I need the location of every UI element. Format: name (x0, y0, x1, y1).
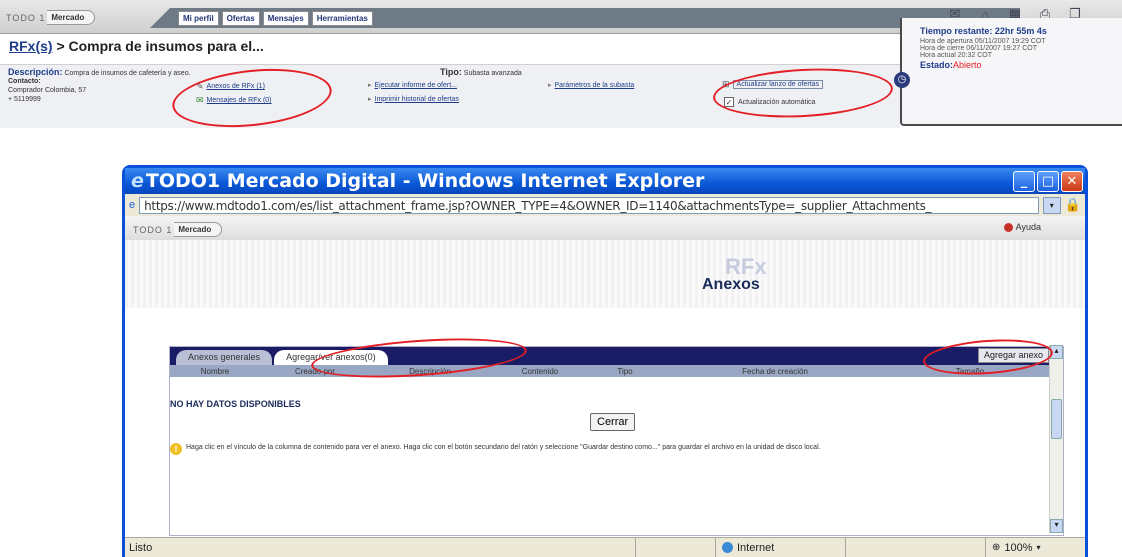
tipo-label: Tipo: (440, 67, 462, 77)
logo-mercado: Mercado (47, 10, 96, 25)
menu-herramientas[interactable]: Herramientas (311, 10, 373, 26)
col-fecha-creacion[interactable]: Fecha de creación (660, 367, 890, 376)
estado-value: Abierto (953, 60, 982, 70)
page-banner (125, 240, 1085, 308)
zoom-dropdown-icon[interactable]: ▾ (1037, 543, 1041, 552)
contacto-label: Contacto: (8, 78, 41, 85)
ie-logo-icon: e (131, 170, 144, 192)
menu-mi-perfil[interactable]: Mi perfil (178, 10, 219, 26)
tab-anexos-generales[interactable]: Anexos generales (176, 350, 273, 365)
scroll-thumb[interactable] (1051, 399, 1062, 439)
rfx-info-bar: Descripción: Compra de insumos de cafete… (0, 64, 900, 128)
scroll-down-button[interactable]: ▾ (1050, 519, 1063, 533)
vertical-scrollbar[interactable]: ▴ ▾ (1049, 345, 1063, 533)
ejecutar-informe-link[interactable]: Ejecutar informe de ofert... (375, 82, 457, 89)
col-tipo[interactable]: Tipo (590, 367, 660, 376)
address-bar: e https://www.mdtodo1.com/es/list_attach… (125, 194, 1085, 216)
info-bulb-icon: ! (170, 443, 182, 455)
col-contenido[interactable]: Contenido (490, 367, 590, 376)
ayuda-link[interactable]: Ayuda (1016, 222, 1041, 232)
page-header: TODO 1 Mercado Ayuda (125, 216, 1085, 240)
attachments-panel: Anexos generales Agregar/ver anexos(0) A… (169, 345, 1064, 536)
zoom-level[interactable]: 100% (1004, 542, 1032, 554)
url-dropdown-button[interactable]: ▾ (1042, 196, 1061, 214)
table-header: Nombre Creado por Descripción Contenido … (170, 365, 1063, 377)
timer-panel: ◷ Tiempo restante: 22hr 55m 4s Hora de a… (894, 18, 1122, 126)
arrow-icon: ▸ (368, 82, 372, 89)
paperclip-icon: ✎ (196, 81, 204, 91)
parametros-subasta-link[interactable]: Parámetros de la subasta (555, 82, 635, 89)
anexos-rfx-link[interactable]: Anexos de RFx (1) (207, 83, 265, 90)
help-icon (1003, 222, 1013, 232)
ie-titlebar: e TODO1 Mercado Digital - Windows Intern… (125, 168, 1085, 194)
scroll-up-button[interactable]: ▴ (1050, 345, 1063, 359)
no-data-message: NO HAY DATOS DISPONIBLES (170, 399, 301, 409)
main-menu: Mi perfil Ofertas Mensajes Herramientas (150, 8, 1020, 28)
logo-todo: TODO 1 (6, 12, 46, 23)
mensajes-rfx-link[interactable]: Mensajes de RFx (0) (207, 97, 272, 104)
attachments-tabs: Anexos generales Agregar/ver anexos(0) A… (170, 347, 1063, 365)
agregar-anexo-button[interactable]: Agregar anexo (977, 348, 1049, 363)
estado-label: Estado: (920, 60, 954, 70)
actualizar-ofertas-button[interactable]: Actualizar lanzo de ofertas (732, 80, 824, 89)
tiempo-restante: Tiempo restante: 22hr 55m 4s (920, 26, 1047, 36)
col-descripcion[interactable]: Descripción (370, 367, 490, 376)
hora-apertura: Hora de apertura 05/11/2007 19:29 COT (920, 38, 1046, 45)
page-logo-mercado: Mercado (174, 222, 223, 237)
arrow-icon: ▸ (368, 96, 372, 103)
envelope-icon: ✉ (196, 95, 204, 105)
status-text: Listo (129, 541, 153, 554)
auto-update-checkbox[interactable]: ✓ (724, 97, 734, 107)
arrow-icon: ▸ (548, 82, 552, 89)
col-tamano[interactable]: Tamaño (890, 367, 1050, 376)
globe-icon (722, 542, 733, 553)
close-window-button[interactable]: ✕ (1061, 170, 1083, 192)
ie-content: TODO 1 Mercado Ayuda RFx Anexos Anexos g… (125, 216, 1085, 537)
clock-icon: ◷ (894, 72, 910, 88)
menu-ofertas[interactable]: Ofertas (221, 10, 260, 26)
ie-window: e TODO1 Mercado Digital - Windows Intern… (122, 165, 1088, 557)
zone-text: Internet (737, 541, 775, 554)
col-creado-por[interactable]: Creado por (260, 367, 370, 376)
zoom-icon: ⊕ (992, 542, 1001, 553)
ie-status-bar: Listo Internet ⊕ 100% ▾ (125, 537, 1085, 557)
page-heading: Anexos (702, 276, 760, 293)
hora-cierre: Hora de cierre 06/11/2007 19:27 COT (920, 45, 1037, 52)
refresh-grid-icon: ⊞ (722, 79, 730, 89)
auto-update-label: Actualización automática (738, 98, 816, 106)
lock-icon[interactable]: 🔒 (1065, 197, 1081, 213)
tipo-value: Subasta avanzada (463, 70, 522, 77)
hora-actual: Hora actual 20:32 COT (920, 52, 992, 59)
cerrar-button[interactable]: Cerrar (590, 413, 636, 431)
col-nombre[interactable]: Nombre (170, 367, 260, 376)
menu-mensajes[interactable]: Mensajes (262, 10, 309, 26)
rfx-breadcrumb-link[interactable]: RFx(s) (9, 38, 53, 54)
maximize-button[interactable]: □ (1037, 170, 1059, 192)
descripcion-label: Descripción: (8, 67, 63, 77)
page-icon: e (129, 199, 136, 211)
page-logo-todo: TODO 1 (133, 224, 173, 235)
page-logo[interactable]: TODO 1 Mercado (133, 222, 223, 237)
help-text: Haga clic en el vínculo de la columna de… (186, 444, 821, 451)
tab-agregar-ver-anexos[interactable]: Agregar/ver anexos(0) (274, 350, 388, 365)
imprimir-historial-link[interactable]: Imprimir historial de ofertas (375, 96, 459, 103)
descripcion-value: Compra de insumos de cafetería y aseo. (64, 70, 191, 77)
minimize-button[interactable]: _ (1013, 170, 1035, 192)
ie-window-title: TODO1 Mercado Digital - Windows Internet… (145, 170, 705, 192)
page-title: RFx(s) > Compra de insumos para el... (9, 38, 264, 54)
contacto-value: Comprador Colombia, 57 + 5119999 (8, 87, 87, 103)
rfx-title-text: > Compra de insumos para el... (52, 38, 264, 54)
url-field[interactable]: https://www.mdtodo1.com/es/list_attachme… (139, 196, 1039, 214)
app-logo[interactable]: TODO 1 Mercado (6, 10, 96, 25)
